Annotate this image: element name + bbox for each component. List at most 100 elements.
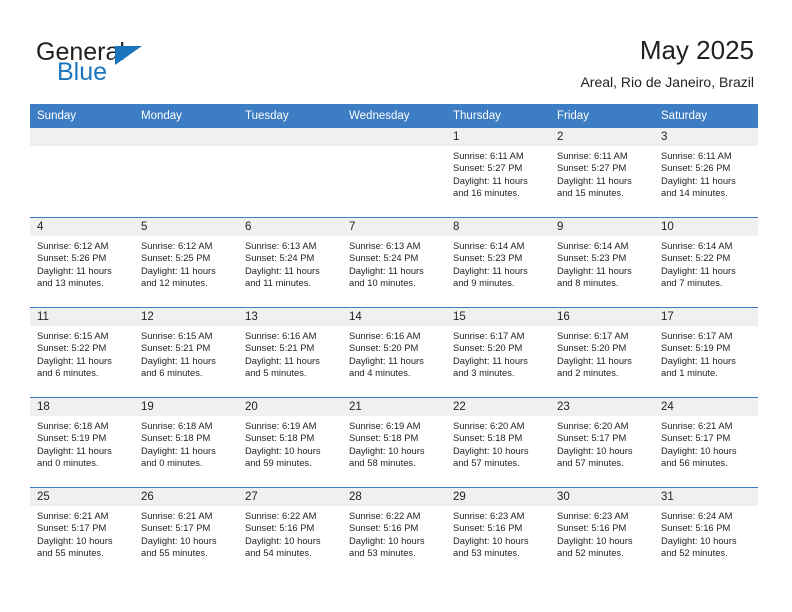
calendar-day-cell[interactable]: 4 Sunrise: 6:12 AM Sunset: 5:26 PM Daylight… (30, 217, 134, 308)
day-detail-daylight1: Daylight: 11 hours (453, 264, 528, 276)
calendar-day-cell[interactable]: 28 Sunrise: 6:22 AM Sunset: 5:16 PM Dayligh… (342, 487, 446, 577)
calendar-day-cell[interactable]: 24 Sunrise: 6:21 AM Sunset: 5:17 PM Dayligh… (654, 397, 758, 488)
day-number: 21 (342, 398, 446, 416)
day-details: Sunrise: 6:15 AM Sunset: 5:22 PM Daylight:… (30, 326, 134, 380)
day-detail-daylight2: and 4 minutes. (349, 367, 411, 379)
calendar-day-cell[interactable]: 23 Sunrise: 6:20 AM Sunset: 5:17 PM Dayligh… (550, 397, 654, 488)
calendar-day-cell[interactable]: 16 Sunrise: 6:17 AM Sunset: 5:20 PM Dayligh… (550, 307, 654, 398)
calendar-day-cell[interactable]: 30 Sunrise: 6:23 AM Sunset: 5:16 PM Dayligh… (550, 487, 654, 577)
calendar-day-cell[interactable]: 31 Sunrise: 6:24 AM Sunset: 5:16 PM Dayligh… (654, 487, 758, 577)
day-detail-sunrise: Sunrise: 6:13 AM (349, 240, 421, 251)
calendar-day-cell[interactable]: 13 Sunrise: 6:16 AM Sunset: 5:21 PM Dayligh… (238, 307, 342, 398)
logo-triangle-icon (115, 46, 142, 65)
day-detail-daylight2: and 15 minutes. (557, 187, 624, 199)
day-number: 3 (654, 128, 758, 146)
day-detail-sunset: Sunset: 5:16 PM (661, 522, 731, 534)
day-details: Sunrise: 6:17 AM Sunset: 5:20 PM Daylight:… (446, 326, 550, 380)
calendar-day-cell[interactable]: 2 Sunrise: 6:11 AM Sunset: 5:27 PM Daylight… (550, 128, 654, 218)
calendar-day-cell[interactable]: 21 Sunrise: 6:19 AM Sunset: 5:18 PM Dayligh… (342, 397, 446, 488)
day-detail-sunrise: Sunrise: 6:19 AM (245, 420, 317, 431)
day-detail-sunset: Sunset: 5:18 PM (141, 432, 211, 444)
day-number: 7 (342, 218, 446, 236)
day-details: Sunrise: 6:20 AM Sunset: 5:17 PM Daylight:… (550, 416, 654, 470)
day-number (30, 128, 134, 146)
logo-text-blue: Blue (57, 58, 108, 86)
day-number: 20 (238, 398, 342, 416)
day-number: 26 (134, 488, 238, 506)
day-detail-daylight1: Daylight: 11 hours (453, 354, 528, 366)
day-detail-daylight2: and 10 minutes. (349, 277, 416, 289)
day-details: Sunrise: 6:17 AM Sunset: 5:19 PM Daylight:… (654, 326, 758, 380)
day-detail-daylight2: and 55 minutes. (141, 547, 208, 559)
page-subtitle: Areal, Rio de Janeiro, Brazil (580, 74, 754, 90)
day-number (134, 128, 238, 146)
day-number: 12 (134, 308, 238, 326)
day-detail-sunrise: Sunrise: 6:12 AM (37, 240, 109, 251)
day-detail-daylight1: Daylight: 11 hours (661, 354, 736, 366)
day-detail-daylight2: and 52 minutes. (661, 547, 728, 559)
calendar-day-cell[interactable]: 26 Sunrise: 6:21 AM Sunset: 5:17 PM Dayligh… (134, 487, 238, 577)
day-details: Sunrise: 6:23 AM Sunset: 5:16 PM Daylight:… (446, 506, 550, 560)
day-details: Sunrise: 6:12 AM Sunset: 5:25 PM Daylight:… (134, 236, 238, 290)
day-detail-sunset: Sunset: 5:17 PM (557, 432, 627, 444)
day-detail-daylight2: and 57 minutes. (453, 457, 520, 469)
calendar-day-cell[interactable]: 6 Sunrise: 6:13 AM Sunset: 5:24 PM Daylight… (238, 217, 342, 308)
day-details: Sunrise: 6:11 AM Sunset: 5:27 PM Daylight:… (550, 146, 654, 200)
day-detail-daylight2: and 16 minutes. (453, 187, 520, 199)
calendar-day-cell[interactable]: 20 Sunrise: 6:19 AM Sunset: 5:18 PM Dayligh… (238, 397, 342, 488)
day-detail-daylight1: Daylight: 10 hours (557, 444, 633, 456)
day-detail-sunrise: Sunrise: 6:14 AM (661, 240, 733, 251)
calendar-day-cell[interactable]: 9 Sunrise: 6:14 AM Sunset: 5:23 PM Daylight… (550, 217, 654, 308)
calendar-day-cell[interactable]: 27 Sunrise: 6:22 AM Sunset: 5:16 PM Dayligh… (238, 487, 342, 577)
day-number: 13 (238, 308, 342, 326)
calendar-day-cell[interactable]: 22 Sunrise: 6:20 AM Sunset: 5:18 PM Dayligh… (446, 397, 550, 488)
day-detail-daylight1: Daylight: 11 hours (349, 264, 424, 276)
day-detail-sunrise: Sunrise: 6:20 AM (557, 420, 629, 431)
calendar-week-row: 4 Sunrise: 6:12 AM Sunset: 5:26 PM Daylight… (30, 217, 758, 308)
day-detail-daylight1: Daylight: 10 hours (453, 444, 529, 456)
calendar-day-cell[interactable]: 11 Sunrise: 6:15 AM Sunset: 5:22 PM Dayligh… (30, 307, 134, 398)
weekday-header-monday: Monday (134, 104, 238, 128)
calendar-day-cell[interactable]: 7 Sunrise: 6:13 AM Sunset: 5:24 PM Daylight… (342, 217, 446, 308)
day-details: Sunrise: 6:16 AM Sunset: 5:20 PM Daylight:… (342, 326, 446, 380)
calendar-week-row: 1 Sunrise: 6:11 AM Sunset: 5:27 PM Daylight… (30, 128, 758, 218)
calendar-day-cell[interactable]: 17 Sunrise: 6:17 AM Sunset: 5:19 PM Dayligh… (654, 307, 758, 398)
day-detail-daylight2: and 6 minutes. (37, 367, 99, 379)
calendar-day-cell[interactable]: 18 Sunrise: 6:18 AM Sunset: 5:19 PM Dayligh… (30, 397, 134, 488)
day-number: 16 (550, 308, 654, 326)
calendar-day-cell[interactable]: 8 Sunrise: 6:14 AM Sunset: 5:23 PM Daylight… (446, 217, 550, 308)
calendar-day-cell[interactable]: 10 Sunrise: 6:14 AM Sunset: 5:22 PM Dayligh… (654, 217, 758, 308)
day-details: Sunrise: 6:14 AM Sunset: 5:23 PM Daylight:… (446, 236, 550, 290)
day-details: Sunrise: 6:18 AM Sunset: 5:19 PM Daylight:… (30, 416, 134, 470)
day-number: 10 (654, 218, 758, 236)
day-detail-sunrise: Sunrise: 6:21 AM (661, 420, 733, 431)
day-detail-sunrise: Sunrise: 6:18 AM (37, 420, 109, 431)
day-detail-daylight2: and 3 minutes. (453, 367, 515, 379)
calendar-day-cell[interactable]: 12 Sunrise: 6:15 AM Sunset: 5:21 PM Dayligh… (134, 307, 238, 398)
day-detail-sunrise: Sunrise: 6:11 AM (661, 150, 732, 161)
calendar-day-cell[interactable]: 15 Sunrise: 6:17 AM Sunset: 5:20 PM Dayligh… (446, 307, 550, 398)
day-detail-daylight2: and 53 minutes. (349, 547, 416, 559)
calendar-day-cell[interactable]: 25 Sunrise: 6:21 AM Sunset: 5:17 PM Dayligh… (30, 487, 134, 577)
day-detail-sunrise: Sunrise: 6:12 AM (141, 240, 213, 251)
calendar-week-row: 18 Sunrise: 6:18 AM Sunset: 5:19 PM Dayligh… (30, 397, 758, 488)
day-details: Sunrise: 6:18 AM Sunset: 5:18 PM Daylight:… (134, 416, 238, 470)
day-number: 8 (446, 218, 550, 236)
day-detail-daylight2: and 52 minutes. (557, 547, 624, 559)
day-details: Sunrise: 6:11 AM Sunset: 5:27 PM Daylight:… (446, 146, 550, 200)
calendar-day-cell[interactable]: 1 Sunrise: 6:11 AM Sunset: 5:27 PM Daylight… (446, 128, 550, 218)
calendar-day-cell[interactable]: 3 Sunrise: 6:11 AM Sunset: 5:26 PM Daylight… (654, 128, 758, 218)
weekday-header-wednesday: Wednesday (342, 104, 446, 128)
calendar-day-cell[interactable]: 29 Sunrise: 6:23 AM Sunset: 5:16 PM Dayligh… (446, 487, 550, 577)
general-blue-logo[interactable]: General Blue (36, 38, 266, 88)
day-detail-daylight1: Daylight: 11 hours (661, 174, 736, 186)
day-details: Sunrise: 6:24 AM Sunset: 5:16 PM Daylight:… (654, 506, 758, 560)
day-detail-daylight2: and 54 minutes. (245, 547, 312, 559)
day-detail-sunset: Sunset: 5:19 PM (37, 432, 107, 444)
calendar-day-cell[interactable]: 5 Sunrise: 6:12 AM Sunset: 5:25 PM Daylight… (134, 217, 238, 308)
calendar-day-cell[interactable]: 14 Sunrise: 6:16 AM Sunset: 5:20 PM Dayligh… (342, 307, 446, 398)
day-detail-daylight2: and 6 minutes. (141, 367, 203, 379)
day-detail-sunrise: Sunrise: 6:24 AM (661, 510, 733, 521)
day-detail-daylight2: and 8 minutes. (557, 277, 619, 289)
calendar-day-cell[interactable]: 19 Sunrise: 6:18 AM Sunset: 5:18 PM Dayligh… (134, 397, 238, 488)
